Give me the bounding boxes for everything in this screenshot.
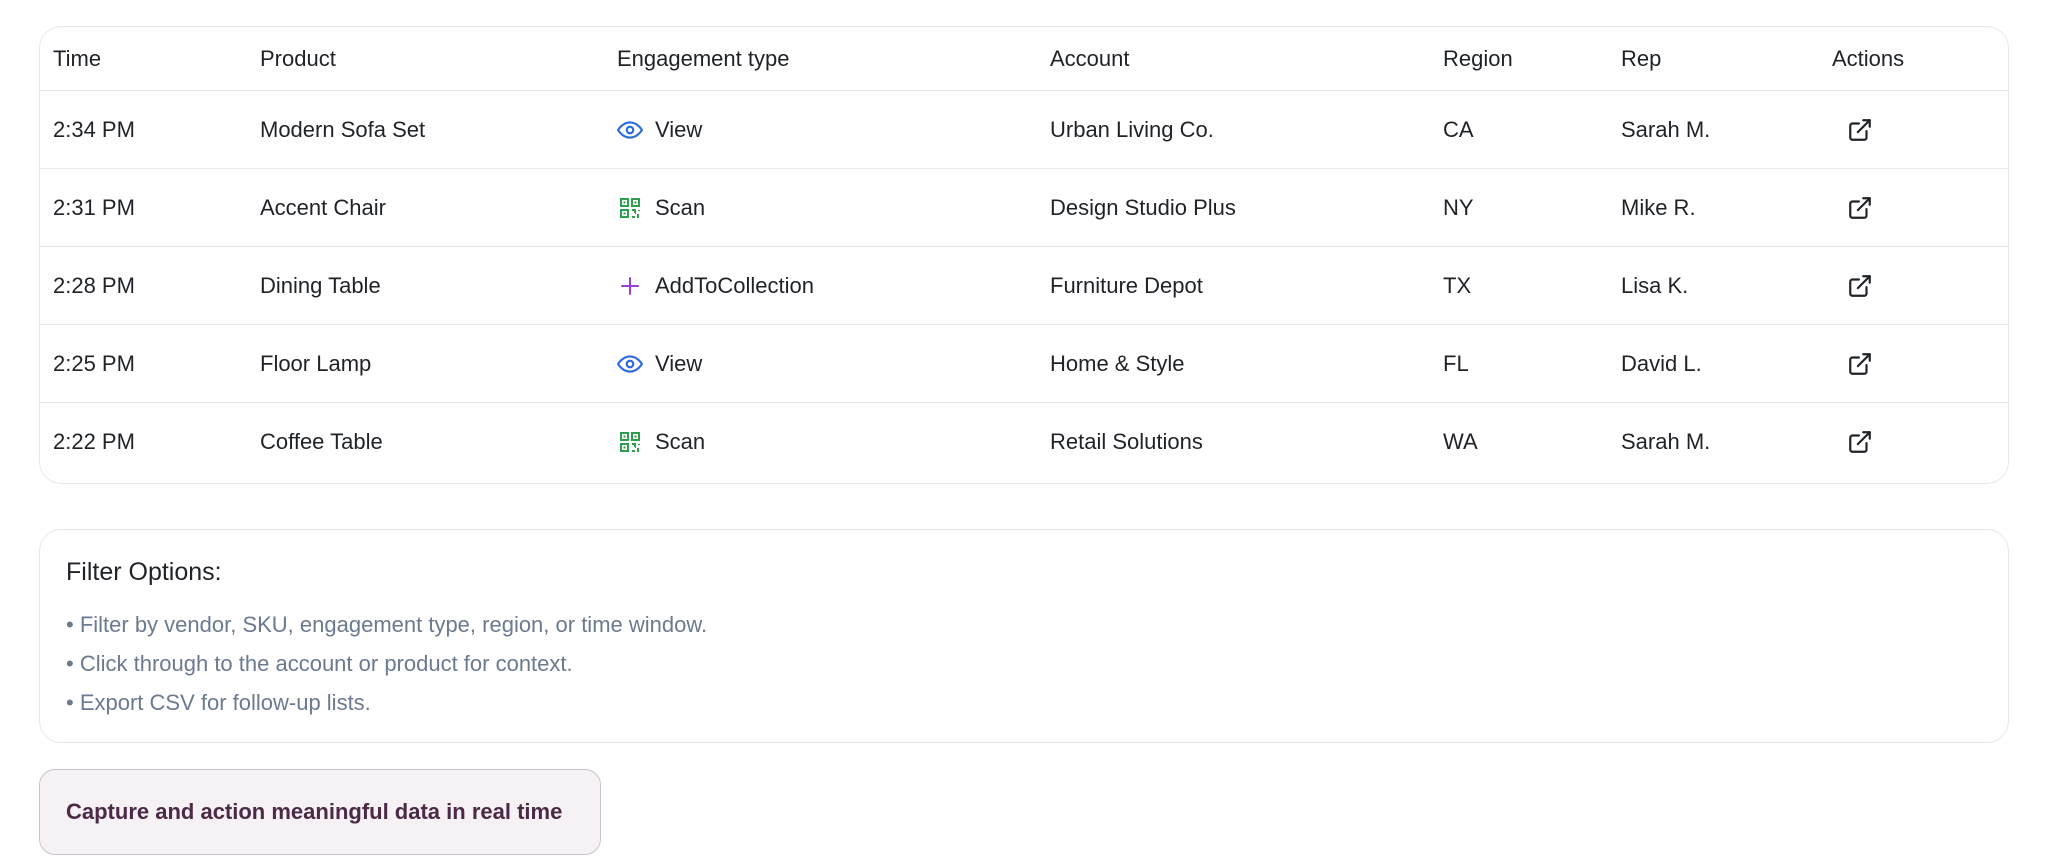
cell-engagement-type: Scan bbox=[617, 403, 705, 481]
cell-time: 2:31 PM bbox=[53, 194, 135, 220]
column-header-account: Account bbox=[1050, 45, 1130, 71]
realtime-data-cta-button[interactable]: Capture and action meaningful data in re… bbox=[39, 769, 601, 855]
table-row: 2:25 PM Floor Lamp View Home & Style FL David… bbox=[40, 325, 2008, 403]
cell-account: Furniture Depot bbox=[1050, 272, 1203, 298]
cell-time: 2:28 PM bbox=[53, 272, 135, 298]
cell-actions bbox=[1845, 169, 1875, 246]
cell-region: TX bbox=[1443, 272, 1472, 298]
cell-time: 2:34 PM bbox=[53, 116, 135, 142]
cell-product: Coffee Table bbox=[260, 429, 383, 454]
column-header-region: Region bbox=[1443, 45, 1513, 71]
cell-account: Urban Living Co. bbox=[1050, 116, 1214, 142]
cell-region: CA bbox=[1443, 116, 1474, 142]
external-link-icon bbox=[1847, 429, 1873, 455]
engagement-type-label: View bbox=[655, 116, 703, 142]
external-link-icon bbox=[1847, 273, 1873, 299]
cell-actions bbox=[1845, 325, 1875, 402]
eye-icon bbox=[617, 117, 643, 143]
qr-code-icon bbox=[617, 429, 643, 455]
table-row: 2:31 PM Accent Chair Scan Design Studio Plu… bbox=[40, 169, 2008, 247]
open-external-link-button[interactable] bbox=[1845, 115, 1875, 145]
column-header-rep: Rep bbox=[1621, 45, 1662, 71]
filter-options-title: Filter Options: bbox=[66, 558, 222, 586]
cell-product: Dining Table bbox=[260, 272, 381, 298]
column-header-actions: Actions bbox=[1832, 45, 1905, 71]
cell-actions bbox=[1845, 91, 1875, 168]
column-header-product: Product bbox=[260, 45, 336, 71]
filter-option-item: • Click through to the account or produc… bbox=[66, 651, 573, 676]
open-external-link-button[interactable] bbox=[1845, 349, 1875, 379]
open-external-link-button[interactable] bbox=[1845, 427, 1875, 457]
cell-rep: Sarah M. bbox=[1621, 116, 1711, 142]
engagement-type-label: AddToCollection bbox=[655, 272, 814, 298]
table-row: 2:34 PM Modern Sofa Set View Urban Living C… bbox=[40, 91, 2008, 169]
cell-engagement-type: View bbox=[617, 325, 702, 402]
table-header-row: Time Product Engagement type Account Reg… bbox=[40, 27, 2008, 91]
cell-time: 2:25 PM bbox=[53, 350, 135, 376]
cell-region: WA bbox=[1443, 429, 1478, 454]
cell-product: Floor Lamp bbox=[260, 350, 372, 376]
engagement-type-label: Scan bbox=[655, 194, 706, 220]
open-external-link-button[interactable] bbox=[1845, 271, 1875, 301]
filter-options-card: Filter Options: • Filter by vendor, SKU,… bbox=[39, 529, 2009, 743]
cell-rep: David L. bbox=[1621, 350, 1702, 376]
table-body: 2:34 PM Modern Sofa Set View Urban Living C… bbox=[40, 91, 2008, 481]
table-row: 2:28 PM Dining Table AddToCollection Furnit… bbox=[40, 247, 2008, 325]
cell-engagement-type: View bbox=[617, 91, 702, 168]
cell-region: NY bbox=[1443, 194, 1474, 220]
cell-engagement-type: Scan bbox=[617, 169, 705, 246]
eye-icon bbox=[617, 351, 643, 377]
cell-account: Home & Style bbox=[1050, 350, 1185, 376]
cell-rep: Lisa K. bbox=[1621, 272, 1689, 298]
cell-product: Modern Sofa Set bbox=[260, 116, 426, 142]
qr-code-icon bbox=[617, 195, 643, 221]
plus-icon bbox=[617, 273, 643, 299]
cell-engagement-type: AddToCollection bbox=[617, 247, 814, 324]
cell-account: Design Studio Plus bbox=[1050, 194, 1236, 220]
column-header-engagement-type: Engagement type bbox=[617, 45, 790, 71]
cell-product: Accent Chair bbox=[260, 194, 386, 220]
cell-actions bbox=[1845, 247, 1875, 324]
column-header-time: Time bbox=[53, 45, 102, 71]
engagement-table: Time Product Engagement type Account Reg… bbox=[39, 26, 2009, 484]
cell-rep: Mike R. bbox=[1621, 194, 1696, 220]
open-external-link-button[interactable] bbox=[1845, 193, 1875, 223]
cell-actions bbox=[1845, 403, 1875, 481]
table-row: 2:22 PM Coffee Table Scan Retail Solutions W… bbox=[40, 403, 2008, 481]
external-link-icon bbox=[1847, 351, 1873, 377]
engagement-type-label: View bbox=[655, 350, 703, 376]
cell-rep: Sarah M. bbox=[1621, 429, 1711, 454]
cell-account: Retail Solutions bbox=[1050, 429, 1203, 454]
cell-time: 2:22 PM bbox=[53, 429, 135, 454]
filter-option-item: • Filter by vendor, SKU, engagement type… bbox=[66, 612, 708, 637]
filter-option-item: • Export CSV for follow-up lists. bbox=[66, 690, 371, 715]
external-link-icon bbox=[1847, 195, 1873, 221]
engagement-type-label: Scan bbox=[655, 429, 706, 454]
external-link-icon bbox=[1847, 117, 1873, 143]
cell-region: FL bbox=[1443, 350, 1469, 376]
